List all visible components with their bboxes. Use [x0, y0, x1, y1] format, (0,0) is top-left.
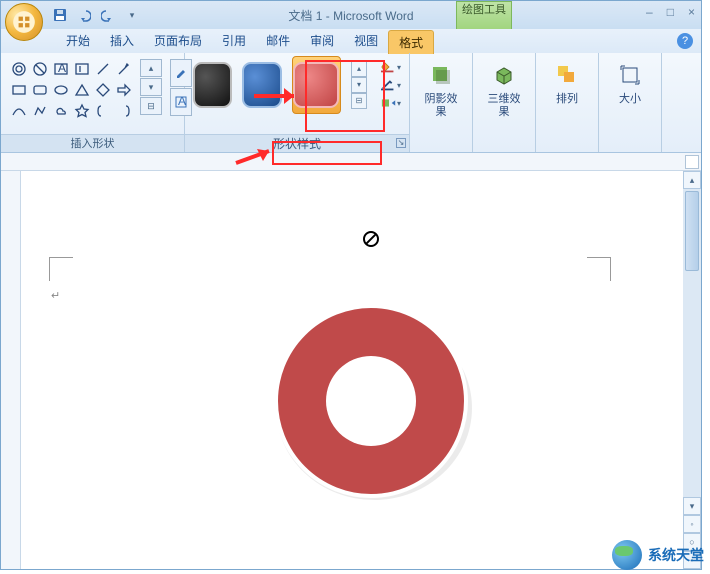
shape-outline-button[interactable]: ▾: [381, 78, 401, 92]
no-drop-cursor-icon: [363, 231, 379, 247]
style-preset-blue[interactable]: [242, 62, 281, 108]
group-shadow: 阴影效果: [410, 53, 473, 152]
shape-styles-gallery: ▴ ▾ ⊟ ▾ ▾ ▾: [191, 57, 403, 113]
tab-view[interactable]: 视图: [344, 29, 388, 53]
scroll-thumb[interactable]: [685, 191, 699, 271]
maximize-button[interactable]: □: [667, 5, 674, 19]
shape-styles-launcher[interactable]: ↘: [396, 138, 406, 148]
styles-more[interactable]: ⊟: [351, 93, 367, 109]
workspace: ↵ ▴ ▾ ◦ ○ ◦: [1, 171, 701, 569]
rectangle-icon[interactable]: [9, 80, 29, 100]
cube-icon: [490, 61, 518, 89]
donut-icon[interactable]: [9, 59, 29, 79]
size-button[interactable]: 大小: [605, 57, 655, 106]
diamond-icon[interactable]: [93, 80, 113, 100]
cloud-callout-icon[interactable]: [51, 101, 71, 121]
style-preset-red-selected[interactable]: [292, 56, 341, 114]
shadow-icon: [427, 61, 455, 89]
qat-redo[interactable]: [97, 4, 119, 26]
gallery-down-button[interactable]: ▾: [140, 78, 162, 96]
shape-fill-button[interactable]: ▾: [381, 60, 401, 74]
brace-icon[interactable]: [114, 101, 134, 121]
horizontal-ruler[interactable]: [1, 153, 701, 171]
qat-save[interactable]: [49, 4, 71, 26]
crop-mark-tl: [49, 257, 73, 281]
title-bar: ▾ 文档 1 - Microsoft Word 绘图工具 – □ ×: [1, 1, 701, 29]
line-icon[interactable]: [93, 59, 113, 79]
tab-mailings[interactable]: 邮件: [256, 29, 300, 53]
3d-effects-button[interactable]: 三维效果: [479, 57, 529, 119]
app-window: ▾ 文档 1 - Microsoft Word 绘图工具 – □ × 开始 插入…: [0, 0, 702, 570]
ribbon-tabs: 开始 插入 页面布局 引用 邮件 审阅 视图 格式 ?: [1, 29, 701, 53]
help-icon[interactable]: ?: [677, 33, 693, 49]
office-button[interactable]: [5, 3, 43, 41]
styles-scroll-down[interactable]: ▾: [351, 77, 367, 93]
svg-text:A: A: [58, 61, 66, 75]
close-button[interactable]: ×: [688, 5, 695, 19]
scroll-down-button[interactable]: ▾: [683, 497, 701, 515]
tab-page-layout[interactable]: 页面布局: [144, 29, 212, 53]
arrange-button[interactable]: 排列: [542, 57, 592, 106]
tab-insert[interactable]: 插入: [100, 29, 144, 53]
tab-format[interactable]: 格式: [388, 30, 434, 54]
change-shape-button[interactable]: ▾: [381, 96, 401, 110]
curve-icon[interactable]: [9, 101, 29, 121]
gallery-more-button[interactable]: ⊟: [140, 97, 162, 115]
prev-page-button[interactable]: ◦: [683, 515, 701, 533]
vertical-scrollbar[interactable]: ▴ ▾ ◦ ○ ◦: [683, 171, 701, 569]
tab-home[interactable]: 开始: [56, 29, 100, 53]
right-arrow-icon[interactable]: [114, 80, 134, 100]
contextual-tab-label: 绘图工具: [456, 1, 512, 29]
scroll-up-button[interactable]: ▴: [683, 171, 701, 189]
ruler-toggle[interactable]: [685, 155, 699, 169]
group-3d: 三维效果: [473, 53, 536, 152]
gallery-up-button[interactable]: ▴: [140, 59, 162, 77]
rounded-rect-icon[interactable]: [30, 80, 50, 100]
style-preset-black[interactable]: [193, 62, 232, 108]
paragraph-mark-icon: ↵: [51, 289, 60, 302]
ellipse-icon[interactable]: [51, 80, 71, 100]
tab-references[interactable]: 引用: [212, 29, 256, 53]
quick-access-toolbar: ▾: [49, 4, 143, 26]
ribbon: A ▴: [1, 53, 701, 153]
scroll-track[interactable]: [683, 189, 701, 497]
qat-customize[interactable]: ▾: [121, 4, 143, 26]
qat-undo[interactable]: [73, 4, 95, 26]
size-icon: [616, 61, 644, 89]
style-preset-red-swatch: [293, 62, 339, 108]
bracket-icon[interactable]: [93, 101, 113, 121]
group-size: 大小: [599, 53, 662, 152]
crop-mark-tr: [587, 257, 611, 281]
vertical-textbox-icon[interactable]: [72, 59, 92, 79]
tab-review[interactable]: 审阅: [300, 29, 344, 53]
document-page[interactable]: ↵: [21, 171, 683, 569]
styles-scroll-up[interactable]: ▴: [351, 61, 367, 77]
watermark: 系统天堂: [612, 540, 704, 570]
shadow-effects-button[interactable]: 阴影效果: [416, 57, 466, 119]
watermark-text: 系统天堂: [648, 545, 704, 565]
group-label-shape-styles: 形状样式↘: [185, 134, 409, 152]
textbox-icon[interactable]: A: [51, 59, 71, 79]
group-shape-styles: ▴ ▾ ⊟ ▾ ▾ ▾ 形状样式↘: [185, 53, 410, 152]
star-icon[interactable]: [72, 101, 92, 121]
vertical-ruler[interactable]: [1, 171, 21, 569]
donut-shape[interactable]: [266, 296, 476, 506]
minimize-button[interactable]: –: [646, 5, 653, 19]
shapes-gallery[interactable]: A: [9, 59, 134, 121]
arrow-line-icon[interactable]: [114, 59, 134, 79]
triangle-icon[interactable]: [72, 80, 92, 100]
group-arrange: 排列: [536, 53, 599, 152]
group-insert-shapes: A ▴: [1, 53, 185, 152]
freeform-icon[interactable]: [30, 101, 50, 121]
group-label-insert-shapes: 插入形状: [1, 134, 184, 152]
window-controls: – □ ×: [646, 5, 695, 19]
no-symbol-icon[interactable]: [30, 59, 50, 79]
arrange-icon: [553, 61, 581, 89]
globe-icon: [612, 540, 642, 570]
